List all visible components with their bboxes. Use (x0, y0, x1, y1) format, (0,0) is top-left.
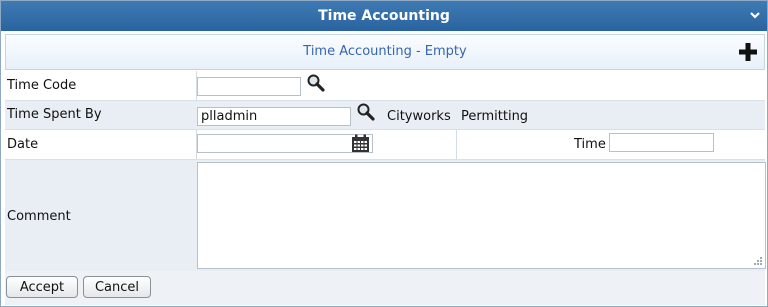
chevron-down-icon[interactable] (749, 9, 761, 21)
accept-button[interactable]: Accept (6, 276, 78, 298)
time-label: Time (574, 137, 606, 152)
plus-icon[interactable] (738, 42, 758, 62)
resize-grip-icon[interactable] (753, 256, 763, 266)
search-icon[interactable] (356, 102, 376, 122)
time-spent-by-row (5, 101, 765, 129)
panel-titlebar: Time Accounting (1, 1, 767, 31)
panel-title: Time Accounting (318, 8, 450, 24)
time-code-input[interactable] (197, 77, 301, 96)
time-accounting-panel: Time Accounting Time Accounting - Empty … (0, 0, 768, 307)
time-code-row (5, 71, 765, 100)
time-spent-by-input[interactable] (197, 107, 351, 126)
cancel-button[interactable]: Cancel (83, 276, 151, 298)
comment-label: Comment (7, 209, 71, 224)
column-divider (456, 130, 457, 159)
time-spent-by-label: Time Spent By (7, 107, 102, 122)
organization-name: Cityworks (387, 109, 451, 124)
date-label: Date (7, 137, 39, 152)
department-name: Permitting (461, 109, 529, 124)
section-header: Time Accounting - Empty (5, 34, 765, 70)
comment-textarea[interactable] (197, 162, 766, 269)
date-input[interactable] (197, 134, 373, 153)
search-icon[interactable] (306, 73, 326, 93)
section-title: Time Accounting - Empty (303, 44, 467, 59)
calendar-icon[interactable] (351, 134, 370, 153)
time-code-label: Time Code (7, 78, 77, 93)
time-input[interactable] (609, 133, 714, 152)
